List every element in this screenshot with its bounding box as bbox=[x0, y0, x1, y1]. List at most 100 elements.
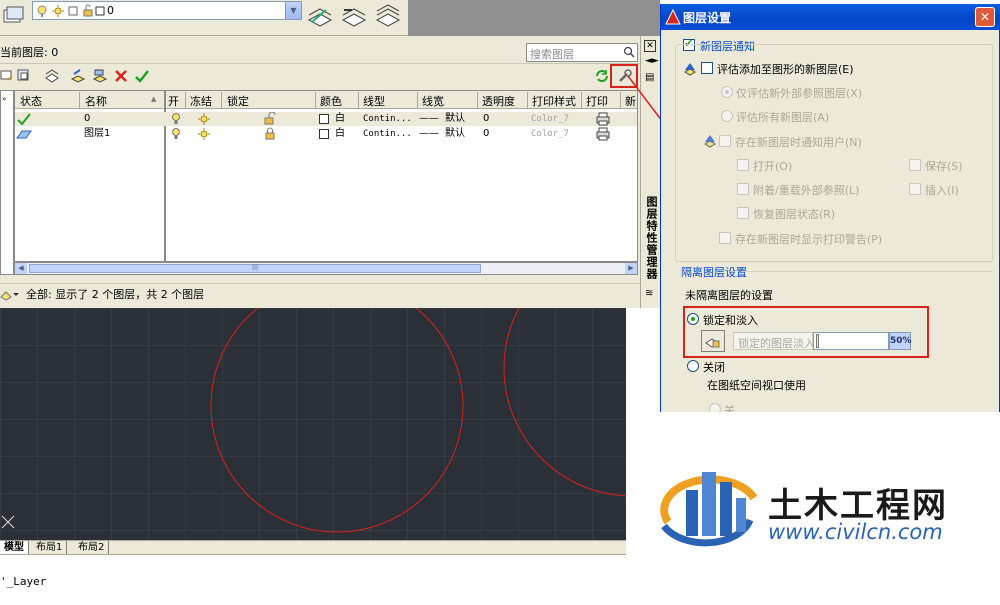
chevron-down-icon[interactable]: ▼ bbox=[285, 2, 301, 19]
layer-lineweight[interactable]: 默认 bbox=[445, 127, 465, 141]
header-lineweight[interactable]: 线宽 bbox=[422, 93, 444, 109]
fade-value[interactable]: 50% bbox=[889, 332, 912, 350]
layer-name[interactable]: 图层1 bbox=[84, 127, 110, 141]
layer-lineweight[interactable]: 默认 bbox=[445, 112, 465, 126]
open-checkbox[interactable] bbox=[737, 159, 749, 171]
layer-properties-icon[interactable] bbox=[0, 4, 28, 30]
lock-icon[interactable] bbox=[263, 127, 277, 140]
drawing-canvas[interactable] bbox=[0, 308, 626, 540]
layer-combo-value: 0 bbox=[107, 4, 114, 17]
tab-model[interactable]: 模型 bbox=[0, 541, 29, 555]
layer-states-manager-icon[interactable] bbox=[44, 68, 60, 84]
unisolated-settings-label: 未隔离图层的设置 bbox=[685, 289, 773, 302]
fade-slider[interactable] bbox=[813, 332, 889, 350]
insert-checkbox[interactable] bbox=[909, 183, 921, 195]
circle-entity bbox=[503, 308, 626, 497]
command-line[interactable]: '_Layer bbox=[0, 554, 626, 605]
slider-thumb[interactable] bbox=[816, 334, 819, 348]
delete-layer-icon[interactable] bbox=[113, 68, 129, 84]
scrollbar-thumb[interactable]: ||| bbox=[29, 264, 481, 273]
layer-name[interactable]: 0 bbox=[84, 112, 90, 126]
notify-user-checkbox[interactable] bbox=[719, 135, 731, 147]
ucs-icon bbox=[1, 515, 15, 529]
table-row[interactable]: 0 白 Contin... —— 默认 0 Color_7 bbox=[15, 112, 637, 126]
attach-reload-checkbox[interactable] bbox=[737, 183, 749, 195]
eval-all-label: 评估所有新图层(A) bbox=[736, 111, 830, 124]
civilcn-logo bbox=[660, 472, 758, 547]
layer-previous-icon[interactable] bbox=[340, 4, 368, 30]
lightbulb-icon[interactable] bbox=[171, 113, 181, 125]
lightbulb-icon[interactable] bbox=[171, 128, 181, 140]
search-input[interactable]: 搜索图层 bbox=[526, 43, 638, 62]
new-property-filter-icon[interactable] bbox=[0, 68, 16, 84]
eval-new-layers-checkbox[interactable] bbox=[701, 62, 713, 74]
set-current-icon[interactable] bbox=[134, 68, 150, 84]
auto-hide-icon[interactable]: ◄► bbox=[645, 56, 659, 66]
tab-layout2[interactable]: 布局2 bbox=[74, 541, 110, 555]
plot-warning-checkbox[interactable] bbox=[719, 232, 731, 244]
sun-icon[interactable] bbox=[197, 113, 211, 125]
make-current-icon[interactable] bbox=[306, 4, 334, 30]
layer-linetype[interactable]: Contin... bbox=[363, 127, 412, 141]
off-label: 关闭 bbox=[703, 361, 725, 374]
command-text: '_Layer bbox=[0, 575, 47, 588]
header-plot-style[interactable]: 打印样式 bbox=[532, 93, 576, 109]
locked-layer-icon bbox=[705, 338, 720, 348]
color-swatch[interactable] bbox=[319, 114, 329, 124]
unlock-icon[interactable] bbox=[263, 112, 277, 125]
eval-xref-only-radio[interactable] bbox=[721, 86, 733, 98]
layers-toolbar: 0 ▼ bbox=[0, 0, 408, 36]
layer-states-icon[interactable] bbox=[374, 4, 402, 30]
off-radio[interactable] bbox=[687, 360, 699, 372]
locked-layer-fade-button[interactable] bbox=[701, 330, 725, 352]
header-on[interactable]: 开 bbox=[168, 93, 179, 109]
filter-tree-panel[interactable]: » bbox=[0, 90, 14, 275]
palette-title: 图层特性管理器 bbox=[645, 196, 658, 280]
color-swatch[interactable] bbox=[319, 129, 329, 139]
layout-tabs: 模型 布局1 布局2 bbox=[0, 540, 626, 555]
layer-settings-dialog: 图层设置 ✕ 新图层通知 评估添加至图形的新图层(E) 仅评估新外部参照图层(X… bbox=[660, 4, 1000, 417]
sun-icon[interactable] bbox=[197, 128, 211, 140]
divider bbox=[0, 63, 640, 64]
close-icon[interactable]: ✕ bbox=[644, 40, 656, 52]
watermark-url: www.civilcn.com bbox=[768, 520, 943, 544]
new-layer-icon[interactable] bbox=[70, 68, 86, 84]
sort-icon: ▲ bbox=[151, 95, 157, 103]
divider bbox=[741, 271, 993, 272]
tab-layout1[interactable]: 布局1 bbox=[32, 541, 68, 555]
layer-color: 白 bbox=[335, 128, 345, 139]
dialog-titlebar[interactable]: 图层设置 ✕ bbox=[661, 4, 1000, 30]
header-status[interactable]: 状态 bbox=[20, 93, 42, 109]
close-button[interactable]: ✕ bbox=[975, 7, 995, 27]
header-linetype[interactable]: 线型 bbox=[363, 93, 385, 109]
locked-fade-field[interactable]: 锁定的图层淡入 bbox=[733, 332, 815, 350]
header-name[interactable]: 名称 bbox=[85, 93, 107, 109]
layer-transparency[interactable]: 0 bbox=[483, 127, 489, 141]
save-checkbox[interactable] bbox=[909, 159, 921, 171]
chevron-left-icon[interactable]: » bbox=[2, 95, 6, 103]
palette-grip-icon[interactable]: ≋ bbox=[645, 288, 653, 299]
new-group-filter-icon[interactable] bbox=[16, 68, 32, 84]
layer-plot-style: Color_7 bbox=[531, 114, 569, 124]
locked-fade-field-label: 锁定的图层淡入 bbox=[738, 337, 815, 350]
lock-fade-radio[interactable] bbox=[687, 313, 699, 325]
horizontal-scrollbar[interactable]: ◀ ||| ▶ bbox=[14, 262, 638, 275]
eval-all-radio[interactable] bbox=[721, 110, 733, 122]
layer-linetype[interactable]: Contin... bbox=[363, 112, 412, 126]
header-freeze[interactable]: 冻结 bbox=[190, 93, 212, 109]
new-layer-vp-frozen-icon[interactable] bbox=[92, 68, 108, 84]
header-color[interactable]: 颜色 bbox=[320, 93, 342, 109]
lineweight-line: —— bbox=[419, 128, 439, 139]
header-lock[interactable]: 锁定 bbox=[227, 93, 249, 109]
search-placeholder: 搜索图层 bbox=[530, 48, 574, 61]
scroll-left-icon[interactable]: ◀ bbox=[15, 263, 27, 274]
scroll-right-icon[interactable]: ▶ bbox=[625, 263, 637, 274]
drawing-geometry bbox=[1, 308, 626, 533]
filter-dropdown-icon[interactable] bbox=[0, 287, 20, 301]
restore-state-checkbox[interactable] bbox=[737, 207, 749, 219]
layer-transparency[interactable]: 0 bbox=[483, 112, 489, 126]
table-row[interactable]: 图层1 白 Contin... —— 默认 0 Color_7 bbox=[15, 127, 637, 141]
header-transparency[interactable]: 透明度 bbox=[482, 93, 515, 109]
layer-combo[interactable]: 0 ▼ bbox=[32, 1, 302, 20]
search-icon[interactable] bbox=[623, 46, 635, 58]
